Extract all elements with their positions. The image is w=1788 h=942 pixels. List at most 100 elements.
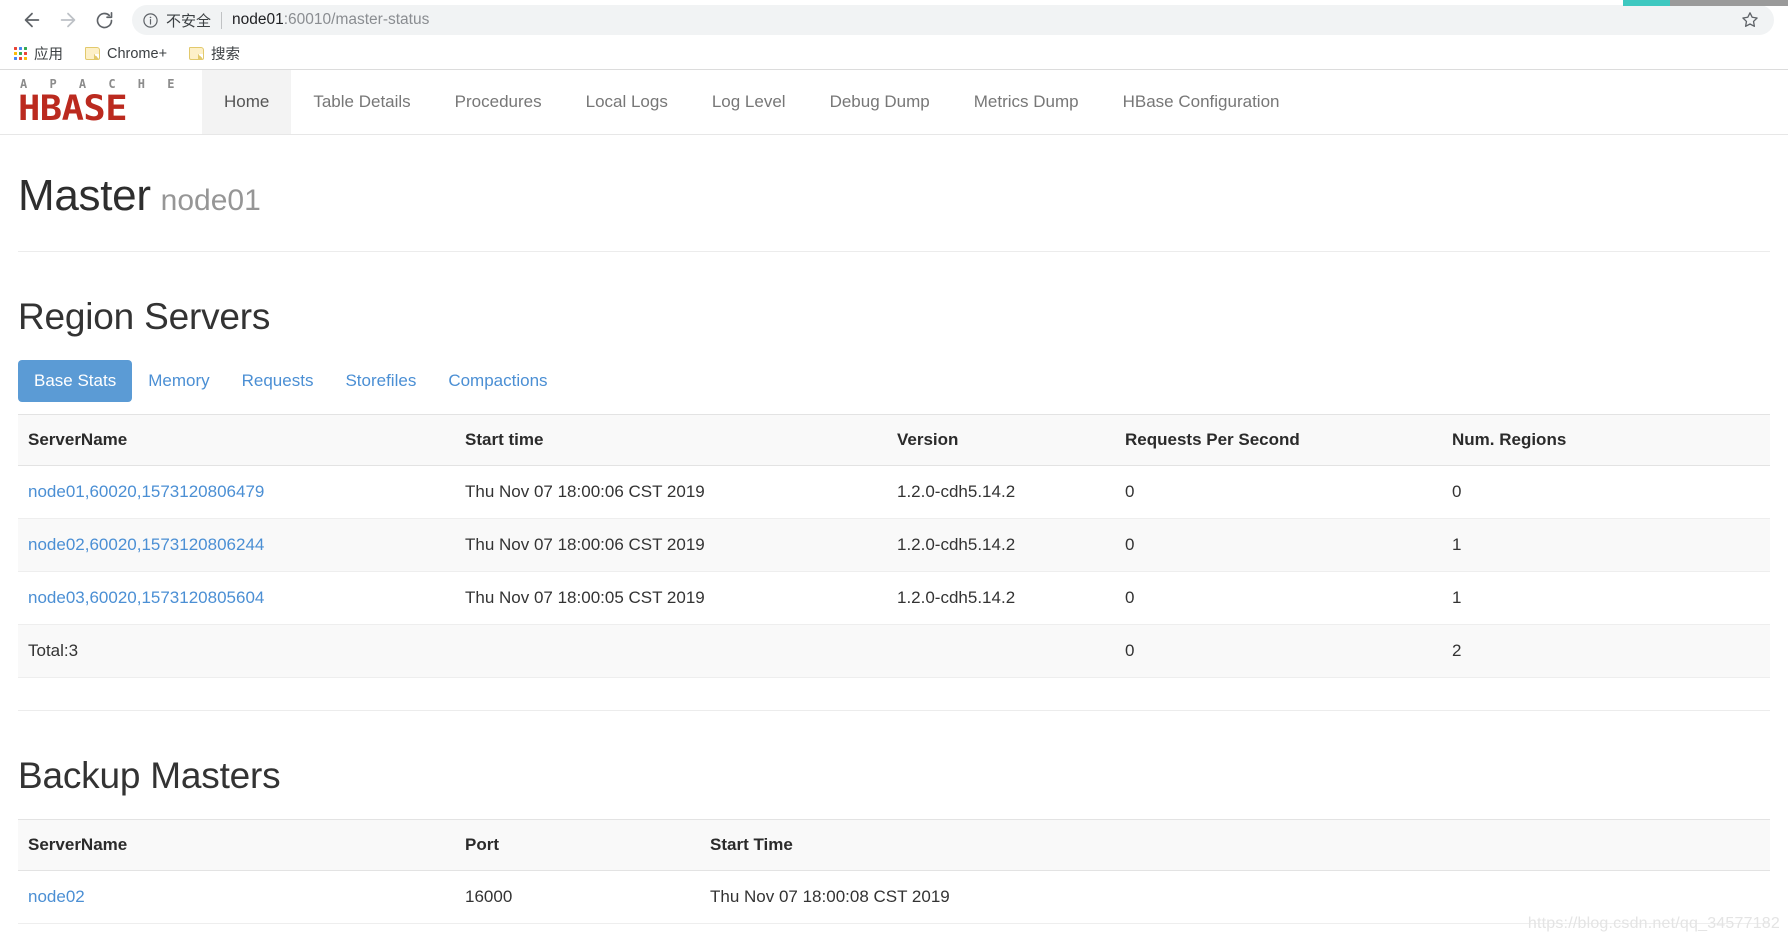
cell-start-time: Thu Nov 07 18:00:06 CST 2019 bbox=[455, 465, 887, 519]
hbase-logo[interactable]: A P A C H E HBASE bbox=[0, 70, 202, 134]
cell-total-version bbox=[887, 624, 1115, 678]
region-servers-tabs: Base Stats Memory Requests Storefiles Co… bbox=[18, 360, 1770, 402]
bookmark-apps[interactable]: 应用 bbox=[14, 43, 63, 64]
column-header-start-time[interactable]: Start time bbox=[455, 414, 887, 466]
cell-requests-per-second: 0 bbox=[1115, 571, 1442, 625]
table-total-row: Total:3 0 2 bbox=[18, 624, 1770, 678]
main-container: Master node01 Region Servers Base Stats M… bbox=[0, 135, 1788, 924]
nav-item-home[interactable]: Home bbox=[201, 70, 292, 134]
nav-item-log-level[interactable]: Log Level bbox=[690, 70, 808, 134]
server-link[interactable]: node01,60020,1573120806479 bbox=[28, 482, 264, 501]
nav-item-local-logs[interactable]: Local Logs bbox=[564, 70, 690, 134]
tab-strip-teal-segment bbox=[1623, 0, 1670, 6]
column-header-requests-per-second[interactable]: Requests Per Second bbox=[1115, 414, 1442, 466]
bookmark-label: 搜索 bbox=[211, 47, 241, 63]
nav-item-debug-dump[interactable]: Debug Dump bbox=[808, 70, 952, 134]
cell-version: 1.2.0-cdh5.14.2 bbox=[887, 518, 1115, 572]
nav-item-procedures[interactable]: Procedures bbox=[433, 70, 564, 134]
info-circle-icon[interactable] bbox=[142, 12, 159, 29]
table-row: node01,60020,1573120806479 Thu Nov 07 18… bbox=[18, 465, 1770, 519]
backup-masters-table: ServerName Port Start Time node02 16000 … bbox=[18, 819, 1770, 924]
arrow-left-icon bbox=[24, 12, 40, 28]
table-body: node01,60020,1573120806479 Thu Nov 07 18… bbox=[18, 465, 1770, 678]
security-status-label: 不安全 bbox=[166, 12, 212, 30]
cell-total-start-time bbox=[455, 624, 887, 678]
nav-item-metrics-dump[interactable]: Metrics Dump bbox=[952, 70, 1101, 134]
watermark: https://blog.csdn.net/qq_34577182 bbox=[1527, 915, 1780, 932]
folder-icon bbox=[189, 47, 205, 60]
master-header: Master node01 bbox=[18, 135, 1770, 252]
cell-servername: node03,60020,1573120805604 bbox=[18, 571, 455, 625]
bookmarks-bar: 应用 Chrome+ 搜索 bbox=[0, 40, 1788, 69]
table-header-row: ServerName Start time Version Requests P… bbox=[18, 414, 1770, 466]
server-link[interactable]: node02 bbox=[28, 887, 85, 906]
page-title: Master bbox=[18, 171, 151, 220]
url-path: :60010/master-status bbox=[283, 11, 430, 28]
cell-num-regions: 0 bbox=[1442, 465, 1770, 519]
tab-memory[interactable]: Memory bbox=[132, 360, 225, 402]
bookmark-label: 应用 bbox=[34, 47, 63, 63]
table-body: node02 16000 Thu Nov 07 18:00:08 CST 201… bbox=[18, 870, 1770, 924]
cell-requests-per-second: 0 bbox=[1115, 465, 1442, 519]
column-header-start-time[interactable]: Start Time bbox=[700, 819, 1770, 871]
browser-chrome: 不安全 node01:60010/master-status 应用 Chrome… bbox=[0, 0, 1788, 70]
cell-servername: node02 bbox=[18, 870, 455, 924]
apps-grid-icon bbox=[14, 47, 27, 60]
url-text: node01:60010/master-status bbox=[232, 11, 1738, 29]
column-header-servername[interactable]: ServerName bbox=[18, 819, 455, 871]
cell-total-num-regions: 2 bbox=[1442, 624, 1770, 678]
cell-version: 1.2.0-cdh5.14.2 bbox=[887, 571, 1115, 625]
page-subtitle: node01 bbox=[160, 184, 261, 217]
browser-toolbar: 不安全 node01:60010/master-status bbox=[0, 0, 1788, 40]
cell-total-label: Total:3 bbox=[18, 624, 455, 678]
bookmark-star-icon[interactable] bbox=[1738, 8, 1762, 32]
region-servers-heading: Region Servers bbox=[18, 296, 271, 337]
server-link[interactable]: node02,60020,1573120806244 bbox=[28, 535, 264, 554]
column-header-port[interactable]: Port bbox=[455, 819, 700, 871]
bookmark-search[interactable]: 搜索 bbox=[189, 43, 240, 64]
cell-servername: node02,60020,1573120806244 bbox=[18, 518, 455, 572]
backup-masters-heading: Backup Masters bbox=[18, 755, 281, 796]
region-servers-table: ServerName Start time Version Requests P… bbox=[18, 414, 1770, 678]
url-host: node01 bbox=[232, 11, 284, 28]
arrow-right-icon bbox=[60, 12, 76, 28]
cell-num-regions: 1 bbox=[1442, 571, 1770, 625]
cell-requests-per-second: 0 bbox=[1115, 518, 1442, 572]
cell-port: 16000 bbox=[455, 870, 700, 924]
tab-requests[interactable]: Requests bbox=[226, 360, 330, 402]
section-divider bbox=[18, 710, 1770, 711]
cell-servername: node01,60020,1573120806479 bbox=[18, 465, 455, 519]
cell-version: 1.2.0-cdh5.14.2 bbox=[887, 465, 1115, 519]
column-header-num-regions[interactable]: Num. Regions bbox=[1442, 414, 1770, 466]
tab-storefiles[interactable]: Storefiles bbox=[329, 360, 432, 402]
tab-strip-gray-segment bbox=[1670, 0, 1788, 6]
tab-base-stats[interactable]: Base Stats bbox=[18, 360, 133, 402]
hbase-navbar: A P A C H E HBASE Home Table Details Pro… bbox=[0, 70, 1788, 135]
omnibox-divider bbox=[221, 11, 223, 29]
reload-icon bbox=[96, 11, 112, 28]
table-row: node03,60020,1573120805604 Thu Nov 07 18… bbox=[18, 571, 1770, 625]
address-bar[interactable]: 不安全 node01:60010/master-status bbox=[132, 5, 1774, 35]
column-header-version[interactable]: Version bbox=[887, 414, 1115, 466]
tab-compactions[interactable]: Compactions bbox=[432, 360, 563, 402]
nav-item-table-details[interactable]: Table Details bbox=[291, 70, 432, 134]
table-row: node02 16000 Thu Nov 07 18:00:08 CST 201… bbox=[18, 870, 1770, 924]
folder-icon bbox=[85, 47, 100, 60]
cell-start-time: Thu Nov 07 18:00:06 CST 2019 bbox=[455, 518, 887, 572]
page-content: A P A C H E HBASE Home Table Details Pro… bbox=[0, 70, 1788, 941]
back-button[interactable] bbox=[14, 2, 50, 38]
forward-button[interactable] bbox=[50, 2, 86, 38]
bookmark-label: Chrome+ bbox=[107, 45, 168, 62]
cell-start-time: Thu Nov 07 18:00:05 CST 2019 bbox=[455, 571, 887, 625]
column-header-servername[interactable]: ServerName bbox=[18, 414, 455, 466]
table-row: node02,60020,1573120806244 Thu Nov 07 18… bbox=[18, 518, 1770, 572]
table-header: ServerName Start time Version Requests P… bbox=[18, 414, 1770, 466]
server-link[interactable]: node03,60020,1573120805604 bbox=[28, 588, 264, 607]
logo-hbase-text: HBASE bbox=[18, 88, 128, 129]
bookmark-chrome-plus[interactable]: Chrome+ bbox=[85, 46, 167, 62]
nav-links: Home Table Details Procedures Local Logs… bbox=[201, 70, 1302, 134]
cell-total-requests-per-second: 0 bbox=[1115, 624, 1442, 678]
cell-num-regions: 1 bbox=[1442, 518, 1770, 572]
nav-item-hbase-configuration[interactable]: HBase Configuration bbox=[1101, 70, 1302, 134]
reload-button[interactable] bbox=[86, 2, 122, 38]
